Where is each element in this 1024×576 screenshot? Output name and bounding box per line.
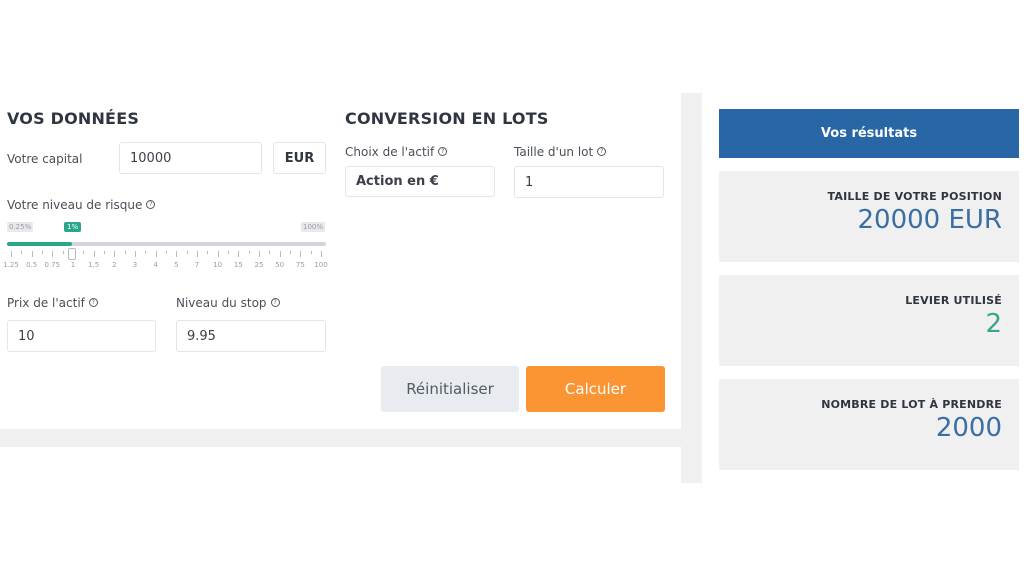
slider-minor-tick	[310, 251, 312, 254]
result-title: LEVIER UTILISÉ	[905, 294, 1002, 307]
slider-tick-label: 1	[70, 261, 76, 269]
slider-tick-label: 0.5	[26, 261, 38, 269]
help-icon[interactable]: ?	[88, 298, 98, 307]
lot-label-text: Taille d'un lot	[514, 145, 594, 159]
slider-tick-label: 50	[275, 261, 285, 269]
risk-slider-thumb[interactable]	[68, 248, 76, 260]
slider-tick-label: 15	[233, 261, 243, 269]
slider-tick-label: 5	[174, 261, 179, 269]
slider-tick	[31, 251, 33, 257]
slider-tick-label: 0.75	[44, 261, 61, 269]
result-card-lots: NOMBRE DE LOT À PRENDRE 2000	[719, 379, 1019, 470]
slider-tick-label: 75	[295, 261, 305, 269]
slider-minor-tick	[228, 251, 229, 254]
slider-minor-tick	[166, 251, 167, 254]
risk-slider-ticks: 1.25 0.5 0.75 1 1.5 2 3 4 5 7 10 15 25 50 75 100	[0, 0, 340, 280]
actif-select[interactable]: Action en €	[345, 166, 495, 197]
help-icon[interactable]: ?	[270, 298, 280, 307]
slider-minor-tick	[124, 251, 126, 254]
slider-tick	[321, 251, 322, 257]
lot-input[interactable]: 1	[514, 166, 664, 198]
reset-button[interactable]: Réinitialiser	[381, 366, 519, 412]
slider-tick	[52, 251, 54, 257]
slider-tick-label: 25	[254, 261, 264, 269]
panel-footer-divider	[0, 429, 681, 447]
slider-tick	[93, 251, 95, 257]
slider-tick-label: 1.5	[88, 261, 100, 269]
slider-tick-label: 10	[213, 261, 223, 269]
result-value: 20000 EUR	[857, 205, 1003, 235]
help-icon[interactable]: ?	[438, 147, 448, 156]
conversion-title: CONVERSION EN LOTS	[345, 109, 549, 128]
slider-tick-label: 1.25	[3, 261, 19, 269]
result-value: 2000	[935, 413, 1002, 443]
slider-tick	[259, 251, 260, 257]
slider-tick	[114, 251, 116, 257]
slider-tick	[279, 251, 281, 257]
slider-tick-label: 2	[112, 261, 117, 269]
slider-minor-tick	[83, 251, 85, 254]
actif-label-text: Choix de l'actif	[345, 145, 435, 159]
slider-minor-tick	[186, 251, 188, 254]
slider-minor-tick	[104, 251, 105, 254]
calculate-button[interactable]: Calculer	[526, 366, 665, 412]
help-icon[interactable]: ?	[597, 147, 607, 156]
prix-label: Prix de l'actif?	[7, 296, 98, 310]
stop-label: Niveau du stop?	[176, 296, 280, 310]
prix-label-text: Prix de l'actif	[7, 296, 85, 310]
stop-input[interactable]: 9.95	[176, 320, 326, 352]
results-header: Vos résultats	[719, 109, 1019, 158]
result-card-leverage: LEVIER UTILISÉ 2	[719, 275, 1019, 366]
slider-tick	[300, 251, 302, 257]
result-title: NOMBRE DE LOT À PRENDRE	[821, 398, 1002, 411]
slider-minor-tick	[248, 251, 250, 254]
slider-minor-tick	[290, 251, 291, 254]
lot-label: Taille d'un lot?	[514, 145, 607, 159]
panel-divider	[681, 93, 702, 483]
slider-tick	[197, 251, 198, 257]
result-card-position: TAILLE DE VOTRE POSITION 20000 EUR	[719, 171, 1019, 262]
slider-minor-tick	[62, 251, 64, 254]
slider-tick-label: 100	[314, 261, 328, 269]
result-title: TAILLE DE VOTRE POSITION	[827, 190, 1002, 203]
slider-minor-tick	[42, 251, 43, 254]
slider-tick-label: 3	[132, 261, 138, 269]
stop-label-text: Niveau du stop	[176, 296, 267, 310]
slider-tick	[11, 251, 12, 257]
result-value: 2	[985, 309, 1002, 339]
slider-minor-tick	[269, 251, 271, 254]
slider-minor-tick	[207, 251, 209, 254]
slider-tick	[135, 251, 136, 257]
slider-minor-tick	[21, 251, 23, 254]
slider-tick	[155, 251, 157, 257]
slider-tick	[217, 251, 219, 257]
slider-tick-label: 7	[194, 261, 200, 269]
slider-tick	[238, 251, 240, 257]
prix-input[interactable]: 10	[7, 320, 156, 352]
slider-tick	[176, 251, 178, 257]
slider-minor-tick	[145, 251, 147, 254]
slider-tick-label: 4	[153, 261, 158, 269]
actif-label: Choix de l'actif?	[345, 145, 448, 159]
